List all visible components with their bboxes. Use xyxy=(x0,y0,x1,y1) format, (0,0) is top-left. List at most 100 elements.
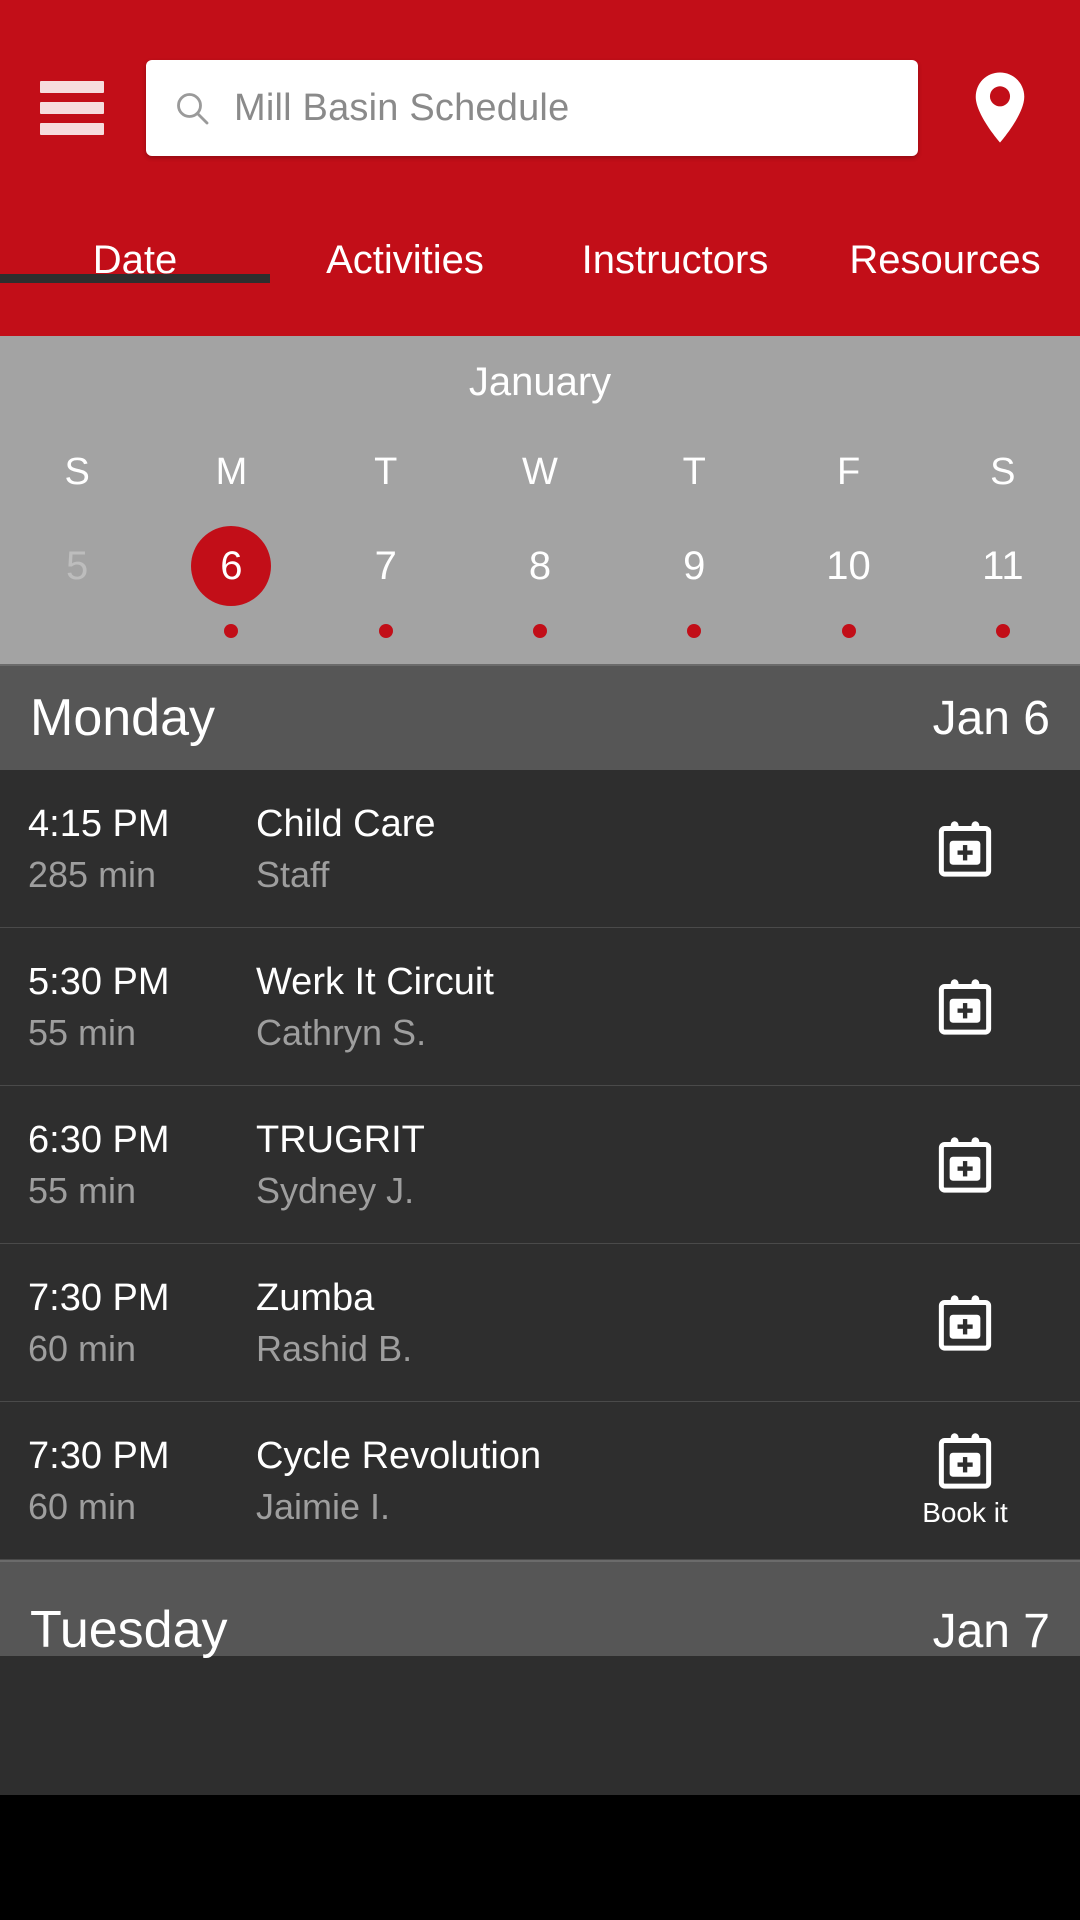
class-duration: 60 min xyxy=(28,1485,137,1527)
schedule-row-info-block: Child Care Staff xyxy=(256,802,880,896)
calendar-date-circle: 9 xyxy=(654,526,734,606)
schedule-row-info-block: Werk It Circuit Cathryn S. xyxy=(256,960,880,1054)
calendar-event-dot xyxy=(995,624,1010,638)
calendar-dow-label: F xyxy=(836,451,861,493)
calendar-month-label: January xyxy=(468,360,612,404)
class-start-time: 6:30 PM xyxy=(28,1118,170,1161)
class-title: Cycle Revolution xyxy=(256,1434,542,1477)
calendar-date-label: 10 xyxy=(826,543,871,588)
calendar-day-5[interactable]: S 5 xyxy=(0,451,154,638)
schedule-row-time-block: 7:30 PM 60 min xyxy=(28,1276,256,1370)
calendar-event-dot xyxy=(378,624,393,638)
calendar-day-grid: S 5 M 6 T 7 W 8 T 9 F 10 S 11 xyxy=(0,451,1080,638)
day-header-tuesday: Tuesday Jan 7 xyxy=(0,1560,1080,1656)
calendar-event-dot xyxy=(841,624,856,638)
system-navigation-bar xyxy=(0,1795,1080,1920)
book-it-button[interactable] xyxy=(880,978,1050,1035)
class-start-time: 4:15 PM xyxy=(28,802,170,845)
tab-label: Resources xyxy=(849,238,1041,282)
day-name: Tuesday xyxy=(30,1601,228,1659)
schedule-row-time-block: 4:15 PM 285 min xyxy=(28,802,256,896)
tab-date[interactable]: Date xyxy=(0,216,270,283)
tab-instructors[interactable]: Instructors xyxy=(540,216,810,283)
search-bar[interactable]: Mill Basin Schedule xyxy=(146,60,918,156)
calendar-event-dot xyxy=(224,624,239,638)
book-it-button[interactable] xyxy=(880,820,1050,877)
calendar-day-11[interactable]: S 11 xyxy=(926,451,1080,638)
schedule-row[interactable]: 7:30 PM 60 min Zumba Rashid B. xyxy=(0,1244,1080,1402)
schedule-row-info-block: Zumba Rashid B. xyxy=(256,1276,880,1370)
calendar-day-8[interactable]: W 8 xyxy=(463,451,617,638)
class-instructor: Staff xyxy=(256,853,330,895)
calendar-day-7[interactable]: T 7 xyxy=(309,451,463,638)
book-it-button[interactable] xyxy=(880,1136,1050,1193)
calendar-day-10[interactable]: F 10 xyxy=(771,451,925,638)
app-bar-top-row: Mill Basin Schedule xyxy=(0,0,1080,216)
day-name: Monday xyxy=(30,689,215,747)
book-it-label: Book it xyxy=(922,1496,1008,1528)
book-it-button[interactable]: Book it xyxy=(880,1432,1050,1529)
calendar-date-circle: 5 xyxy=(37,526,117,606)
calendar-dow-label: W xyxy=(522,451,558,493)
calendar-dow-label: M xyxy=(215,451,248,493)
tab-label: Activities xyxy=(326,238,484,282)
schedule-row-time-block: 6:30 PM 55 min xyxy=(28,1118,256,1212)
calendar-plus-icon xyxy=(938,1294,992,1351)
class-duration: 55 min xyxy=(28,1169,137,1211)
schedule-row-info-block: TRUGRIT Sydney J. xyxy=(256,1118,880,1212)
calendar-date-label: 11 xyxy=(982,543,1024,588)
location-pin-glyph xyxy=(975,72,1025,143)
calendar-week-strip: January S 5 M 6 T 7 W 8 T 9 F 10 S 11 xyxy=(0,336,1080,664)
schedule-row[interactable]: 6:30 PM 55 min TRUGRIT Sydney J. xyxy=(0,1086,1080,1244)
calendar-plus-icon xyxy=(938,820,992,877)
calendar-date-label: 5 xyxy=(66,543,89,588)
search-input[interactable]: Mill Basin Schedule xyxy=(234,87,569,130)
calendar-date-circle: 8 xyxy=(500,526,580,606)
calendar-event-dot xyxy=(687,624,702,638)
schedule-row[interactable]: 4:15 PM 285 min Child Care Staff xyxy=(0,770,1080,928)
app-root: Mill Basin Schedule Date Activities Inst… xyxy=(0,0,1080,1920)
location-pin-icon[interactable] xyxy=(960,63,1040,153)
app-bar: Mill Basin Schedule Date Activities Inst… xyxy=(0,0,1080,336)
class-instructor: Sydney J. xyxy=(256,1169,415,1211)
search-icon xyxy=(177,93,209,125)
book-it-button[interactable] xyxy=(880,1294,1050,1351)
calendar-plus-icon xyxy=(938,1432,992,1489)
class-duration: 55 min xyxy=(28,1011,137,1053)
schedule-row-info-block: Cycle Revolution Jaimie I. xyxy=(256,1434,880,1528)
calendar-day-9[interactable]: T 9 xyxy=(617,451,771,638)
schedule-row-time-block: 7:30 PM 60 min xyxy=(28,1434,256,1528)
calendar-day-6[interactable]: M 6 xyxy=(154,451,308,638)
calendar-plus-icon xyxy=(938,1136,992,1193)
calendar-date-label: 6 xyxy=(220,543,243,588)
calendar-date-circle: 10 xyxy=(809,526,889,606)
calendar-date-circle: 7 xyxy=(346,526,426,606)
schedule-row[interactable]: 7:30 PM 60 min Cycle Revolution Jaimie I… xyxy=(0,1402,1080,1560)
class-title: TRUGRIT xyxy=(256,1118,425,1161)
tab-resources[interactable]: Resources xyxy=(810,216,1080,283)
hamburger-bar xyxy=(40,102,104,114)
schedule-row-time-block: 5:30 PM 55 min xyxy=(28,960,256,1054)
class-start-time: 5:30 PM xyxy=(28,960,170,1003)
calendar-plus-icon xyxy=(938,978,992,1035)
schedule-row[interactable]: 5:30 PM 55 min Werk It Circuit Cathryn S… xyxy=(0,928,1080,1086)
tab-label: Instructors xyxy=(581,238,769,282)
calendar-date-label: 7 xyxy=(374,543,397,588)
hamburger-bar xyxy=(40,81,104,93)
tab-activities[interactable]: Activities xyxy=(270,216,540,283)
hamburger-bar xyxy=(40,123,104,135)
class-title: Child Care xyxy=(256,802,436,845)
day-date: Jan 7 xyxy=(932,1605,1050,1658)
calendar-event-dot xyxy=(532,624,547,638)
class-title: Werk It Circuit xyxy=(256,960,494,1003)
class-start-time: 7:30 PM xyxy=(28,1276,170,1319)
schedule-list: 4:15 PM 285 min Child Care Staff 5:30 PM… xyxy=(0,770,1080,1560)
tab-active-indicator xyxy=(0,274,270,283)
calendar-dow-label: S xyxy=(990,451,1016,493)
day-header-monday: Monday Jan 6 xyxy=(0,664,1080,770)
class-start-time: 7:30 PM xyxy=(28,1434,170,1477)
calendar-dow-label: T xyxy=(374,451,398,493)
day-date: Jan 6 xyxy=(932,691,1050,745)
calendar-date-label: 9 xyxy=(683,543,706,588)
hamburger-menu-icon[interactable] xyxy=(40,81,104,135)
